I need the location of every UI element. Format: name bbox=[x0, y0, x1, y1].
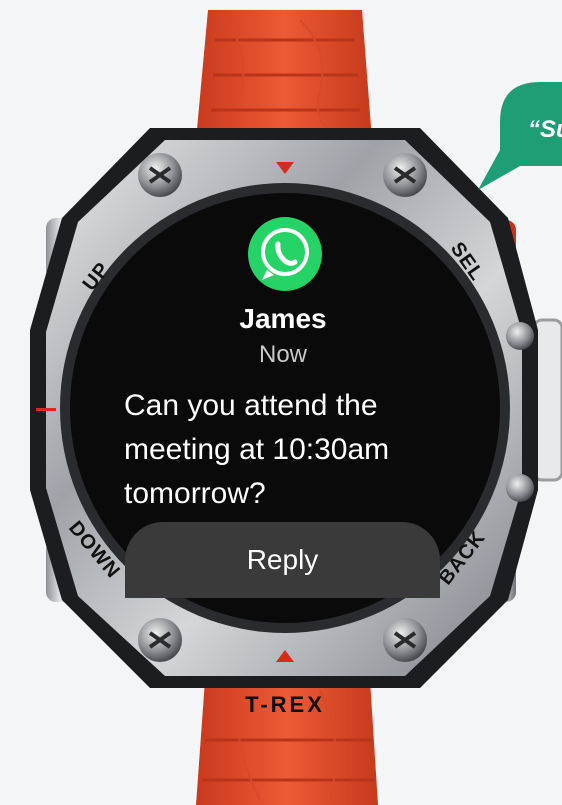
brand-logo: T-REX bbox=[245, 692, 325, 717]
left-marker bbox=[36, 408, 56, 411]
screw-right-bottom bbox=[506, 474, 534, 502]
reply-button[interactable]: Reply bbox=[125, 522, 440, 598]
screw-top-right bbox=[383, 153, 427, 197]
strap-top bbox=[196, 10, 372, 140]
speech-bubble-text: “Su bbox=[528, 116, 562, 143]
whatsapp-icon bbox=[248, 217, 322, 291]
watch-product-scene: UP DOWN SEL BACK T-REX James Now Can you… bbox=[0, 0, 562, 805]
screw-bottom-left bbox=[138, 618, 182, 662]
notification-message: Can you attend the meeting at 10:30am to… bbox=[124, 389, 390, 510]
screw-top-left bbox=[138, 153, 182, 197]
notification-sender: James bbox=[239, 303, 327, 334]
notification-time: Now bbox=[258, 341, 307, 368]
screw-bottom-right bbox=[383, 618, 427, 662]
